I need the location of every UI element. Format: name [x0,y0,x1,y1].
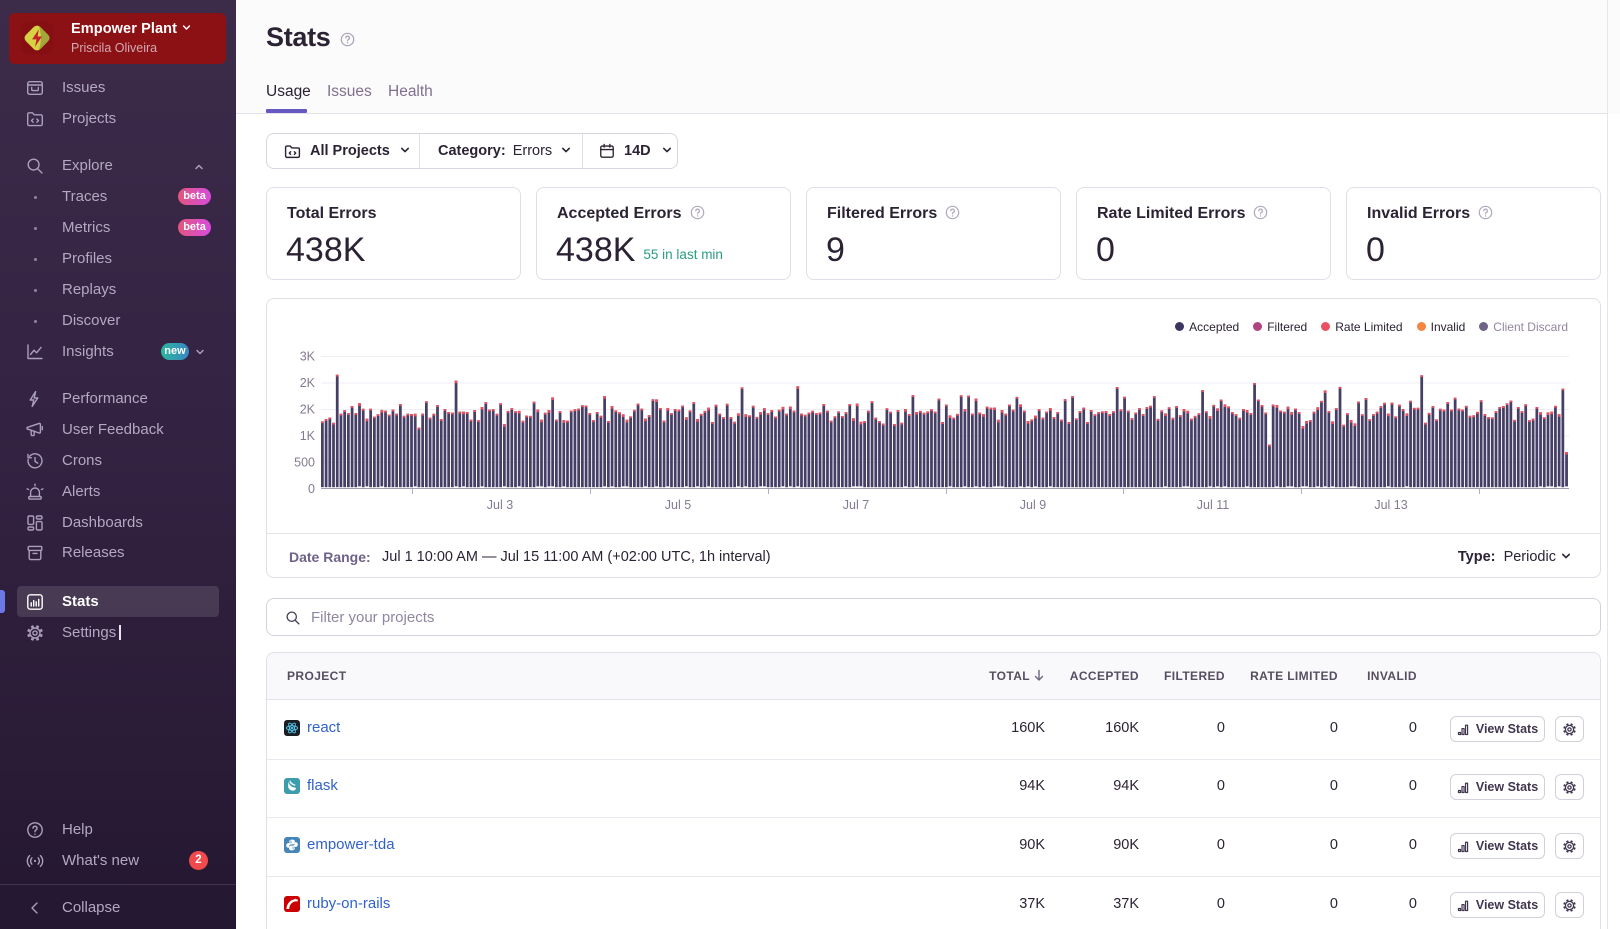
svg-text:2K: 2K [300,376,316,390]
svg-text:500: 500 [294,456,315,470]
svg-text:Jul 11: Jul 11 [1197,498,1229,512]
svg-text:3K: 3K [300,350,316,364]
svg-text:Jul 3: Jul 3 [487,498,513,512]
svg-text:Jul 5: Jul 5 [665,498,691,512]
svg-text:Jul 13: Jul 13 [1374,498,1407,512]
svg-text:2K: 2K [300,403,316,417]
svg-text:1K: 1K [300,429,316,443]
svg-text:Jul 9: Jul 9 [1020,498,1046,512]
svg-text:0: 0 [308,482,315,496]
svg-text:Jul 7: Jul 7 [843,498,869,512]
